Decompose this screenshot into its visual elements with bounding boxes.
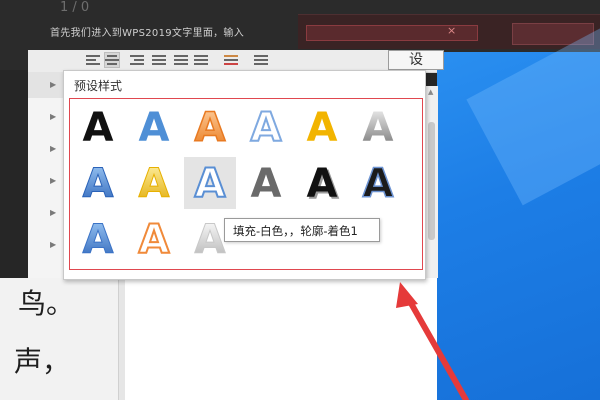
annotation-arrow: [396, 282, 469, 400]
